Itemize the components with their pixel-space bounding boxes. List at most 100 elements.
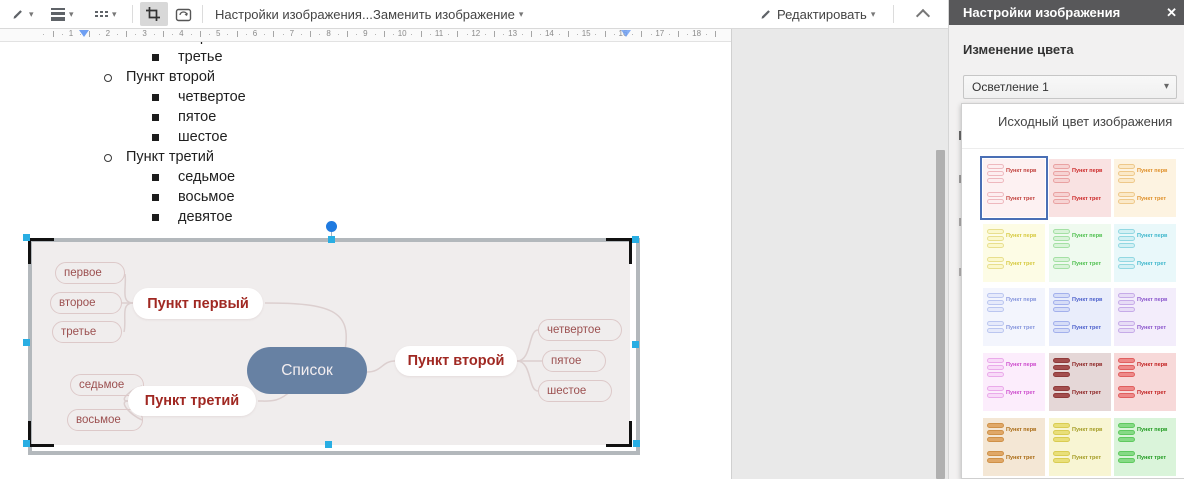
recolor-variant-strong-green[interactable]: Пункт первПункт трет bbox=[1114, 418, 1176, 476]
square-bullet bbox=[152, 194, 159, 201]
mini-leaf-pills bbox=[1118, 358, 1135, 379]
list-item[interactable]: девятое bbox=[0, 208, 731, 228]
ruler-number: 4 bbox=[179, 29, 183, 38]
resize-handle[interactable] bbox=[632, 236, 639, 243]
resize-handle[interactable] bbox=[23, 339, 30, 346]
crop-button[interactable] bbox=[140, 2, 168, 26]
square-bullet bbox=[152, 174, 159, 181]
ruler-tick bbox=[209, 34, 210, 35]
indent-marker-left[interactable] bbox=[79, 30, 89, 37]
line-color-button[interactable]: ▾ bbox=[6, 2, 39, 26]
mindmap-leaf: пятое bbox=[542, 350, 606, 372]
mini-leaf-pills bbox=[1053, 293, 1070, 314]
mini-branch-label: Пункт трет bbox=[1072, 196, 1109, 202]
rotation-handle[interactable] bbox=[326, 221, 337, 232]
line-dash-button[interactable]: ▾ bbox=[90, 2, 122, 26]
recolor-variant-blue[interactable]: Пункт первПункт трет bbox=[1049, 288, 1111, 346]
recolor-dropdown[interactable]: Осветление 1 ▾ bbox=[963, 75, 1177, 99]
replace-image-button[interactable]: Заменить изображение ▾ bbox=[368, 2, 528, 26]
line-weight-icon bbox=[51, 6, 65, 23]
document-scrollbar[interactable] bbox=[936, 150, 945, 479]
list-item[interactable]: шестое bbox=[0, 128, 731, 148]
ruler-tick bbox=[503, 34, 504, 35]
ruler-tick bbox=[43, 34, 44, 35]
document-page[interactable]: второетретьеПункт второйчетвертоепятоеше… bbox=[0, 42, 731, 479]
collapse-toolbar-button[interactable] bbox=[905, 2, 941, 26]
mindmap-image[interactable]: первое второе третье седьмое восьмое чет… bbox=[30, 240, 630, 445]
list-item[interactable]: пятое bbox=[0, 108, 731, 128]
square-bullet bbox=[152, 94, 159, 101]
mindmap-center-node: Список bbox=[247, 347, 367, 394]
recolor-variant-olive[interactable]: Пункт первПункт трет bbox=[1049, 418, 1111, 476]
mini-leaf-pills bbox=[1118, 257, 1135, 271]
list-item[interactable]: третье bbox=[0, 48, 731, 68]
list-item[interactable]: четвертое bbox=[0, 88, 731, 108]
mini-leaf-pills bbox=[987, 423, 1004, 444]
mini-branch-label: Пункт трет bbox=[1006, 390, 1043, 396]
recolor-variant-light-blue[interactable]: Пункт первПункт трет bbox=[983, 288, 1045, 346]
resize-handle[interactable] bbox=[325, 441, 332, 448]
ruler-tick bbox=[89, 31, 90, 37]
chevron-up-icon bbox=[916, 9, 930, 23]
panel-header: Настройки изображения ✕ bbox=[949, 0, 1184, 25]
mini-branch-label: Пункт трет bbox=[1137, 325, 1174, 331]
mini-branch-label: Пункт трет bbox=[1006, 455, 1043, 461]
edit-mode-button[interactable]: Редактировать ▾ bbox=[754, 2, 880, 26]
resize-handle[interactable] bbox=[632, 341, 639, 348]
mini-branch-label: Пункт перв bbox=[1006, 233, 1043, 239]
ruler-tick bbox=[467, 34, 468, 35]
recolor-variant-violet[interactable]: Пункт первПункт трет bbox=[1114, 288, 1176, 346]
recolor-variant-magenta[interactable]: Пункт перв Пункт трет bbox=[983, 353, 1045, 411]
recolor-variant-green[interactable]: Пункт первПункт трет bbox=[1049, 224, 1111, 282]
list-item-text: третье bbox=[178, 49, 223, 65]
recolor-variant-red[interactable]: Пункт первПункт трет bbox=[1049, 159, 1111, 217]
line-weight-button[interactable]: ▾ bbox=[46, 2, 79, 26]
recolor-variant-strong-red[interactable]: Пункт первПункт трет bbox=[1114, 353, 1176, 411]
image-options-button[interactable]: Настройки изображения... bbox=[210, 2, 378, 26]
recolor-variant-orange[interactable]: Пункт первПункт трет bbox=[1114, 159, 1176, 217]
indent-marker-right[interactable] bbox=[621, 30, 631, 37]
recolor-variant-light-red[interactable]: Пункт первПункт трет bbox=[983, 159, 1045, 217]
list-item[interactable]: седьмое bbox=[0, 168, 731, 188]
resize-handle[interactable] bbox=[23, 440, 30, 447]
mini-leaf-pills bbox=[987, 451, 1004, 465]
resize-handle[interactable] bbox=[23, 234, 30, 241]
recolor-section-heading: Изменение цвета bbox=[963, 42, 1074, 57]
mini-leaf-pills bbox=[1118, 423, 1135, 444]
list-item[interactable]: Пункт второй bbox=[0, 68, 731, 88]
list-item[interactable]: Пункт третий bbox=[0, 148, 731, 168]
mini-leaf-pills bbox=[1053, 358, 1070, 379]
resize-handle[interactable] bbox=[633, 440, 640, 447]
reset-image-button[interactable] bbox=[170, 2, 198, 26]
mini-leaf-pills bbox=[987, 321, 1004, 335]
mindmap-branch: Пункт третий bbox=[128, 386, 256, 416]
list-item-text: четвертое bbox=[178, 89, 246, 105]
list-item-text: Пункт третий bbox=[126, 149, 214, 165]
replace-image-icon bbox=[175, 6, 192, 22]
ruler-number: 10 bbox=[398, 29, 407, 38]
recolor-variant-cyan[interactable]: Пункт первПункт трет bbox=[1114, 224, 1176, 282]
ruler-tick bbox=[246, 34, 247, 35]
mini-branch-label: Пункт перв bbox=[1006, 362, 1043, 368]
recolor-variant-brown[interactable]: Пункт первПункт трет bbox=[983, 418, 1045, 476]
recolor-variant-yellow[interactable]: Пункт первПункт трет bbox=[983, 224, 1045, 282]
mini-leaf-pills bbox=[1118, 451, 1135, 465]
mini-branch-label: Пункт перв bbox=[1137, 233, 1174, 239]
resize-handle[interactable] bbox=[328, 236, 335, 243]
mini-branch-label: Пункт трет bbox=[1137, 455, 1174, 461]
ruler-tick bbox=[62, 34, 63, 35]
mindmap-leaf: третье bbox=[52, 321, 122, 343]
ruler-tick bbox=[706, 34, 707, 35]
ruler-tick bbox=[540, 34, 541, 35]
menu-item-original-color[interactable]: Исходный цвет изображения bbox=[998, 114, 1172, 129]
list-item[interactable]: восьмое bbox=[0, 188, 731, 208]
list-item-text: Пункт второй bbox=[126, 69, 215, 85]
mini-leaf-pills bbox=[1053, 192, 1070, 206]
list-item-text: седьмое bbox=[178, 169, 235, 185]
chevron-down-icon: ▾ bbox=[1164, 76, 1169, 98]
recolor-variant-dark-red[interactable]: Пункт первПункт трет bbox=[1049, 353, 1111, 411]
ruler-number: 11 bbox=[435, 29, 443, 38]
mini-branch-label: Пункт трет bbox=[1006, 196, 1043, 202]
close-icon[interactable]: ✕ bbox=[1166, 0, 1177, 25]
ruler-number: 1 bbox=[69, 29, 73, 38]
